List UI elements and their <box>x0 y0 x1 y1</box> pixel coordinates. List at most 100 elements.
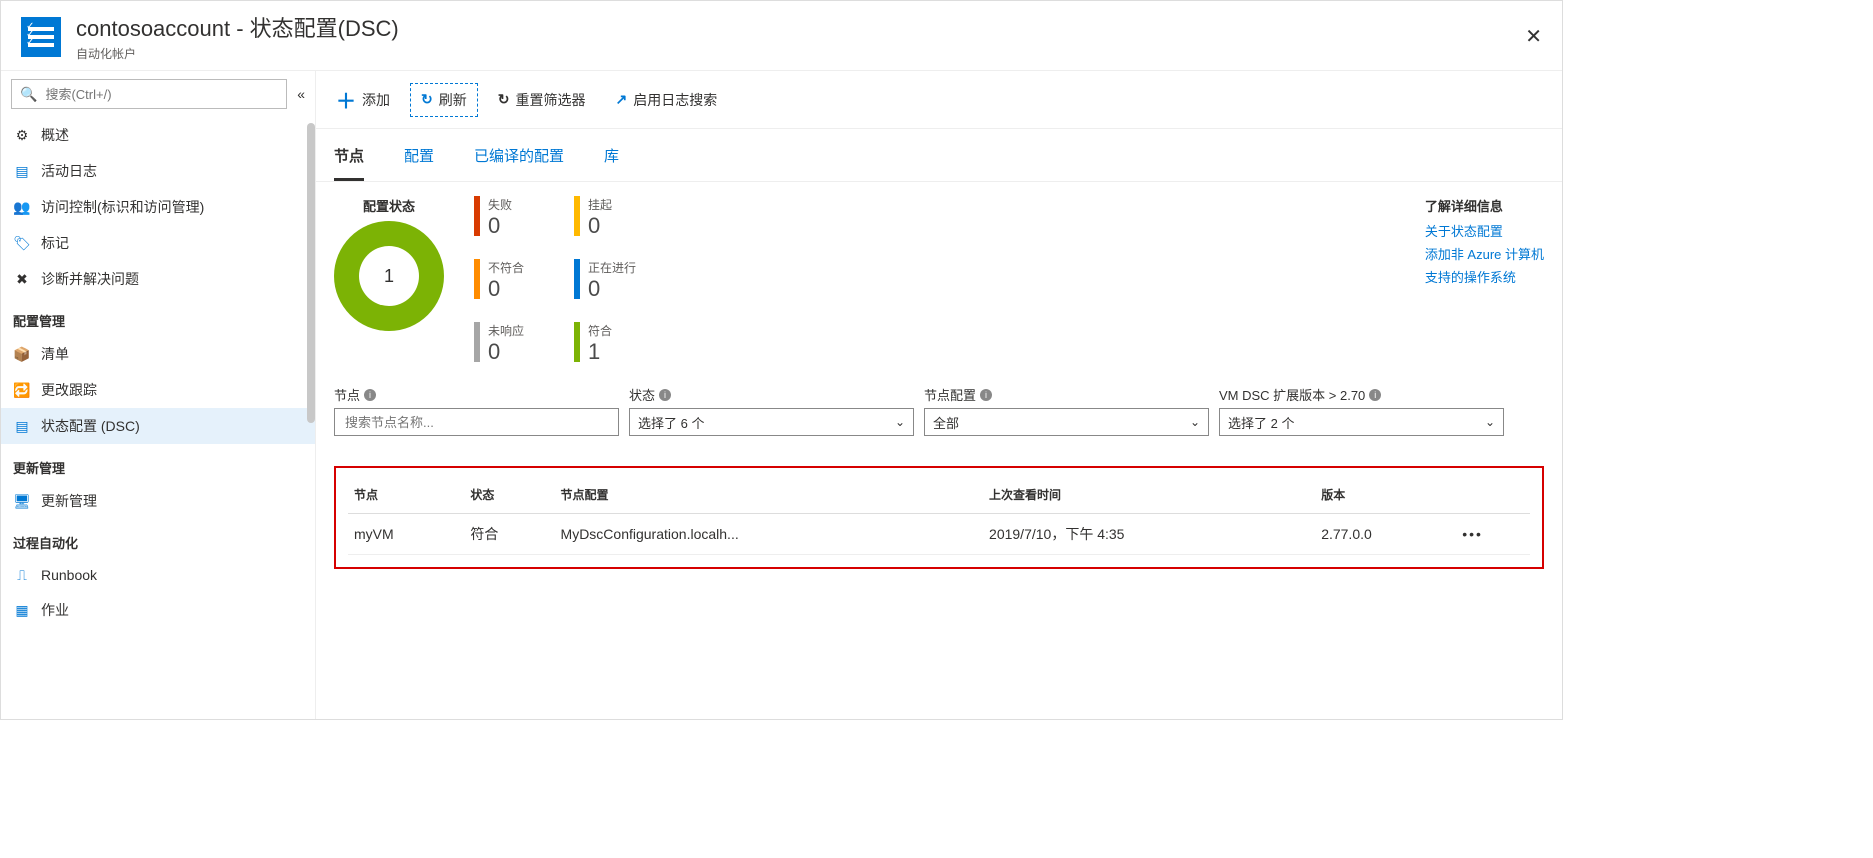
sidebar-item-label: 诊断并解决问题 <box>41 269 139 289</box>
enable-log-button[interactable]: ↗ 启用日志搜索 <box>605 84 727 116</box>
filter-vmdsc-select[interactable]: 选择了 2 个 ⌄ <box>1219 408 1504 436</box>
sidebar-item-runbook[interactable]: ⎍ Runbook <box>1 558 315 592</box>
chevron-down-icon: ⌄ <box>1190 415 1200 429</box>
status-summary: 配置状态 1 失败 0 <box>334 196 1544 365</box>
toolbar: ＋ 添加 ↻ 刷新 ↻ 重置筛选器 ↗ 启用日志搜索 <box>316 71 1562 129</box>
tab-compiled[interactable]: 已编译的配置 <box>474 139 564 181</box>
page-subtitle: 自动化帐户 <box>76 45 399 62</box>
toolbar-label: 启用日志搜索 <box>633 90 717 110</box>
filter-state-select[interactable]: 选择了 6 个 ⌄ <box>629 408 914 436</box>
donut-chart: 1 <box>334 221 444 331</box>
dsc-icon <box>21 17 61 57</box>
cell-state: 符合 <box>464 514 554 555</box>
nodes-table: 节点 状态 节点配置 上次查看时间 版本 myVM 符合 <box>348 476 1530 555</box>
sidebar-item-label: 活动日志 <box>41 161 97 181</box>
page-title: contosoaccount - 状态配置(DSC) <box>76 11 399 43</box>
reset-filter-button[interactable]: ↻ 重置筛选器 <box>488 84 596 116</box>
access-control-icon: 👥 <box>13 198 31 216</box>
sidebar-item-label: 作业 <box>41 600 69 620</box>
sidebar-item-diagnose[interactable]: ✖ 诊断并解决问题 <box>1 261 315 297</box>
inventory-icon: 📦 <box>13 345 31 363</box>
sidebar-item-update[interactable]: 🖥 更新管理 <box>1 483 315 519</box>
sidebar-item-label: 概述 <box>41 125 69 145</box>
toolbar-label: 添加 <box>362 90 390 110</box>
cell-node: myVM <box>348 514 464 555</box>
sidebar-item-dsc[interactable]: ▤ 状态配置 (DSC) <box>1 408 315 444</box>
collapse-sidebar-icon[interactable]: « <box>297 86 305 102</box>
donut-value: 1 <box>384 266 394 287</box>
th-config[interactable]: 节点配置 <box>555 476 984 514</box>
activity-log-icon: ▤ <box>13 162 31 180</box>
diagnose-icon: ✖ <box>13 270 31 288</box>
filter-nodeconfig-label: 节点配置 i <box>924 385 1209 404</box>
sidebar-item-label: 清单 <box>41 344 69 364</box>
stat-pending: 挂起 0 <box>574 196 636 239</box>
cell-config: MyDscConfiguration.localh... <box>555 514 984 555</box>
toolbar-label: 重置筛选器 <box>515 90 585 110</box>
external-link-icon: ↗ <box>615 91 627 108</box>
sidebar-item-overview[interactable]: ⚙ 概述 <box>1 117 315 153</box>
stat-noresponse: 未响应 0 <box>474 322 524 365</box>
link-supported-os[interactable]: 支持的操作系统 <box>1425 267 1544 286</box>
sidebar-item-label: 更新管理 <box>41 491 97 511</box>
plus-icon: ＋ <box>336 85 356 114</box>
jobs-icon: ▦ <box>13 601 31 619</box>
th-lastseen[interactable]: 上次查看时间 <box>983 476 1315 514</box>
tab-nodes[interactable]: 节点 <box>334 139 364 181</box>
info-icon[interactable]: i <box>364 389 376 401</box>
sidebar-search[interactable]: 🔍 <box>11 79 287 109</box>
reset-icon: ↻ <box>498 91 510 108</box>
cell-lastseen: 2019/7/10，下午 4:35 <box>983 514 1315 555</box>
sidebar-item-inventory[interactable]: 📦 清单 <box>1 336 315 372</box>
stat-failed: 失败 0 <box>474 196 524 239</box>
blade-header: contosoaccount - 状态配置(DSC) 自动化帐户 ✕ <box>1 1 1562 70</box>
info-icon[interactable]: i <box>980 389 992 401</box>
sidebar-item-activity[interactable]: ▤ 活动日志 <box>1 153 315 189</box>
filter-nodeconfig-select[interactable]: 全部 ⌄ <box>924 408 1209 436</box>
filter-state-label: 状态 i <box>629 385 914 404</box>
link-about-dsc[interactable]: 关于状态配置 <box>1425 221 1544 240</box>
sidebar-scrollbar[interactable] <box>307 123 315 423</box>
link-add-nonazure[interactable]: 添加非 Azure 计算机 <box>1425 244 1544 263</box>
refresh-button[interactable]: ↻ 刷新 <box>410 83 478 117</box>
th-state[interactable]: 状态 <box>464 476 554 514</box>
stat-compliant: 符合 1 <box>574 322 636 365</box>
cell-version: 2.77.0.0 <box>1315 514 1456 555</box>
sidebar-section-update: 更新管理 <box>1 444 315 483</box>
filter-node-input[interactable] <box>334 408 619 436</box>
tab-library[interactable]: 库 <box>604 139 619 181</box>
toolbar-label: 刷新 <box>439 90 467 110</box>
row-actions-button[interactable]: ••• <box>1456 514 1530 555</box>
sidebar-item-change-tracking[interactable]: 🔁 更改跟踪 <box>1 372 315 408</box>
chevron-down-icon: ⌄ <box>895 415 905 429</box>
nodes-table-highlighted: 节点 状态 节点配置 上次查看时间 版本 myVM 符合 <box>334 466 1544 569</box>
node-search-input[interactable] <box>343 414 610 431</box>
sidebar-item-label: 访问控制(标识和访问管理) <box>41 197 204 217</box>
main-content: ＋ 添加 ↻ 刷新 ↻ 重置筛选器 ↗ 启用日志搜索 节点 <box>316 71 1562 719</box>
th-node[interactable]: 节点 <box>348 476 464 514</box>
donut-title: 配置状态 <box>363 196 415 215</box>
overview-icon: ⚙ <box>13 126 31 144</box>
table-row[interactable]: myVM 符合 MyDscConfiguration.localh... 201… <box>348 514 1530 555</box>
filters: 节点 i 状态 i 选择了 6 个 <box>334 385 1544 436</box>
sidebar-item-label: 标记 <box>41 233 69 253</box>
sidebar-item-access[interactable]: 👥 访问控制(标识和访问管理) <box>1 189 315 225</box>
sidebar-item-tags[interactable]: 🏷 标记 <box>1 225 315 261</box>
add-button[interactable]: ＋ 添加 <box>326 79 400 120</box>
update-icon: 🖥 <box>13 492 31 510</box>
refresh-icon: ↻ <box>421 91 433 108</box>
filter-vmdsc-label: VM DSC 扩展版本 > 2.70 i <box>1219 385 1504 404</box>
learn-more-title: 了解详细信息 <box>1425 196 1544 215</box>
th-version[interactable]: 版本 <box>1315 476 1456 514</box>
close-button[interactable]: ✕ <box>1525 24 1542 49</box>
dsc-small-icon: ▤ <box>13 417 31 435</box>
search-icon: 🔍 <box>20 86 37 103</box>
sidebar-item-label: 状态配置 (DSC) <box>41 416 140 436</box>
tab-config[interactable]: 配置 <box>404 139 434 181</box>
info-icon[interactable]: i <box>659 389 671 401</box>
stat-inprogress: 正在进行 0 <box>574 259 636 302</box>
info-icon[interactable]: i <box>1369 389 1381 401</box>
search-input[interactable] <box>43 86 278 103</box>
sidebar-item-label: 更改跟踪 <box>41 380 97 400</box>
sidebar-item-jobs[interactable]: ▦ 作业 <box>1 592 315 628</box>
